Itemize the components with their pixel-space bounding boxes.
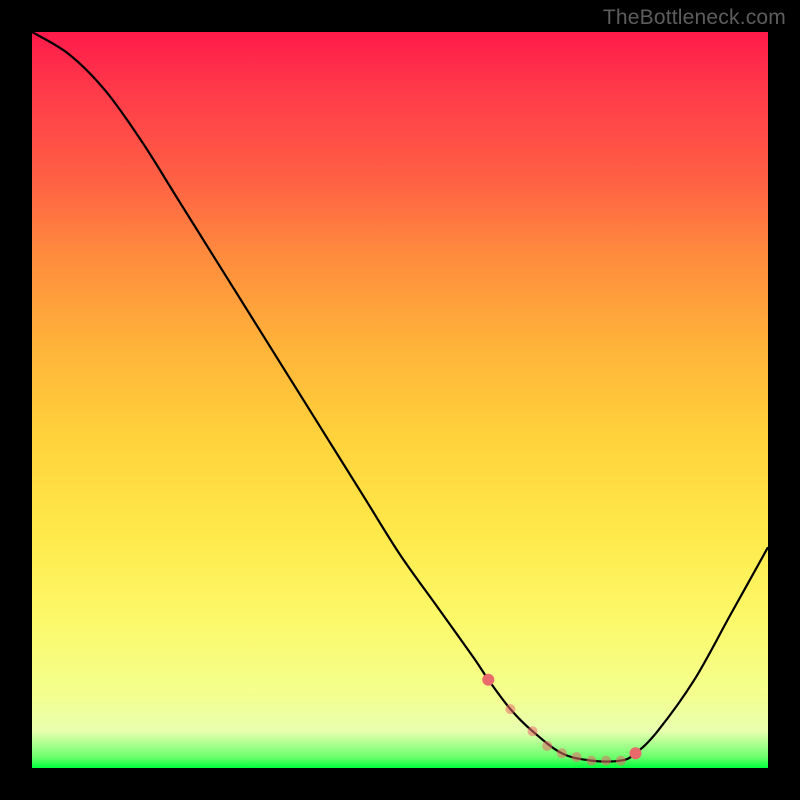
marked-point (528, 726, 538, 736)
bottleneck-curve (32, 32, 768, 762)
marked-point (482, 674, 494, 686)
marked-point (542, 741, 552, 751)
marked-points (482, 674, 641, 766)
plot-area (32, 32, 768, 768)
marked-point (557, 748, 567, 758)
marked-point (505, 704, 515, 714)
marked-point (586, 756, 596, 766)
marked-point (616, 756, 626, 766)
watermark-text: TheBottleneck.com (603, 6, 786, 30)
marked-point (630, 747, 642, 759)
marked-point (601, 756, 611, 766)
marked-point (572, 752, 582, 762)
chart-frame: TheBottleneck.com (0, 0, 800, 800)
curve-svg (32, 32, 768, 768)
